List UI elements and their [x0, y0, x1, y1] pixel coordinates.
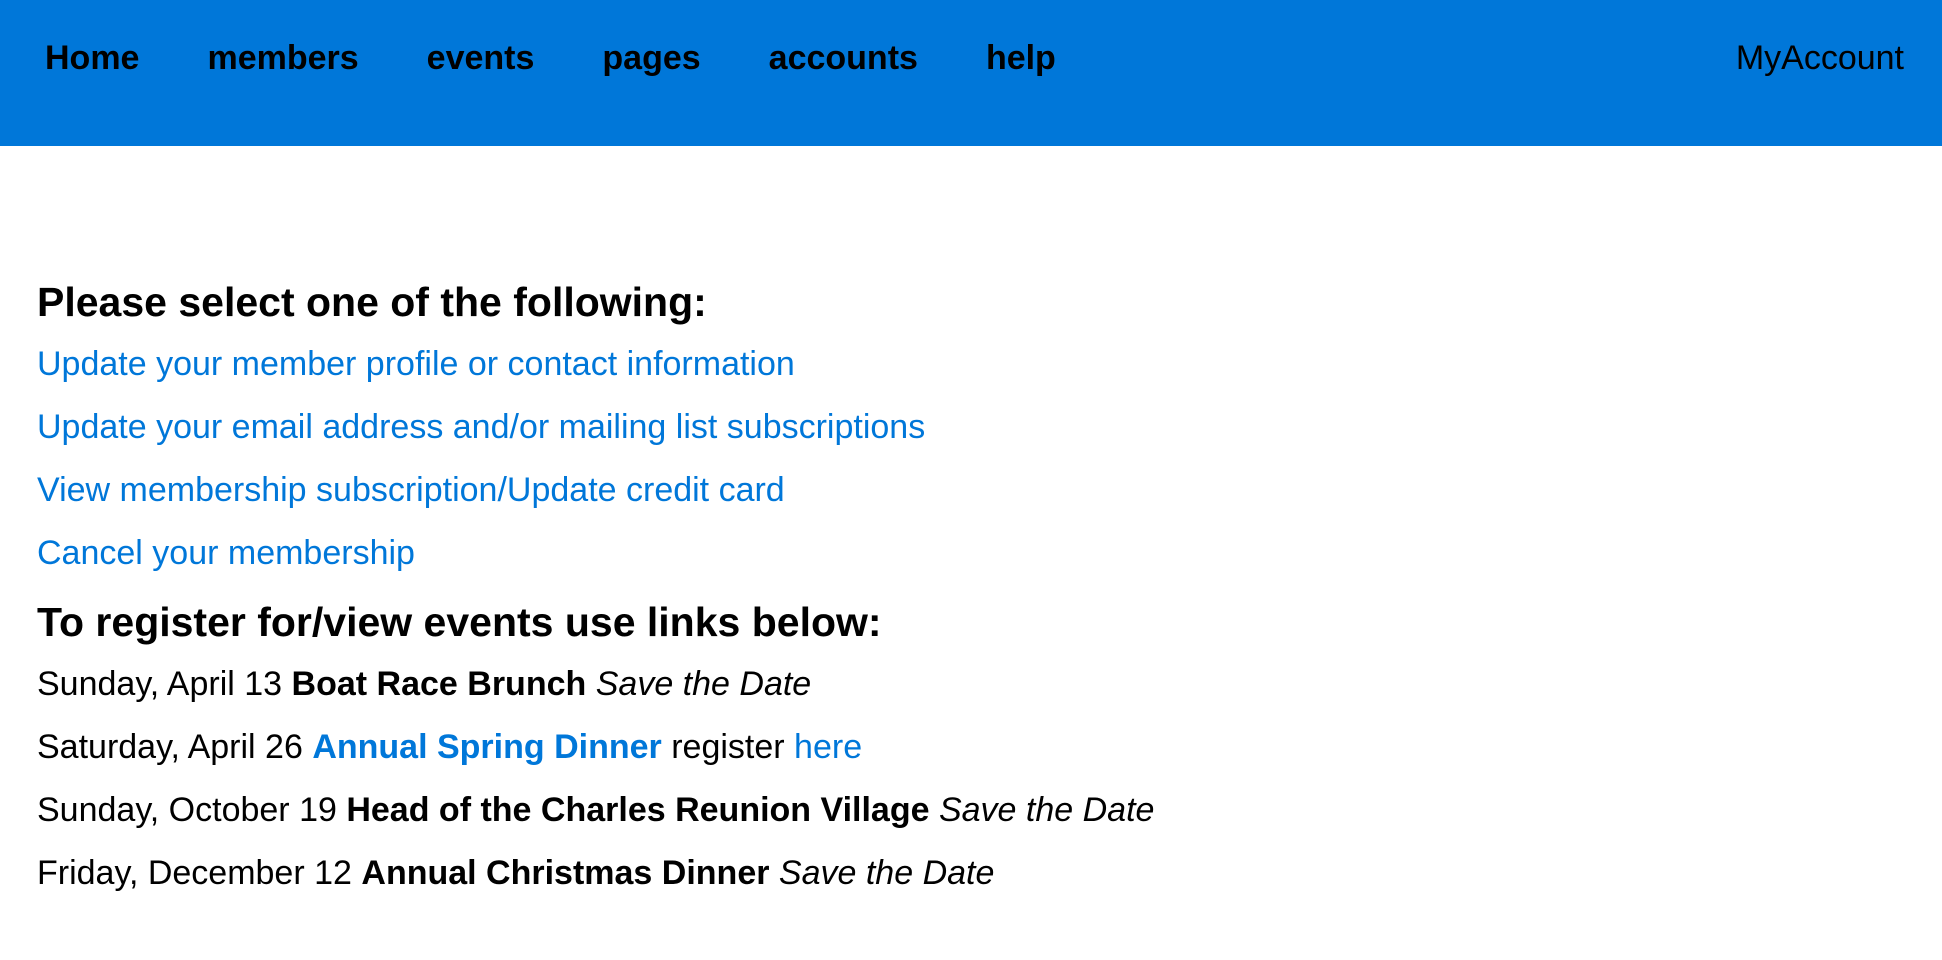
event-note: Save the Date [938, 791, 1155, 829]
nav-accounts-link[interactable]: accounts [769, 38, 918, 78]
event-list: Sunday, April 13 Boat Race Brunch Save t… [37, 664, 1837, 893]
event-name: Annual Christmas Dinner [361, 854, 770, 892]
event-note: Save the Date [778, 854, 995, 892]
update-profile-link[interactable]: Update your member profile or contact in… [37, 344, 795, 384]
nav-help-link[interactable]: help [986, 38, 1056, 78]
nav-events-link[interactable]: events [427, 38, 535, 78]
event-date: Sunday, October 19 [37, 791, 337, 829]
register-here-link[interactable]: here [794, 728, 862, 766]
event-name: Head of the Charles Reunion Village [346, 791, 930, 829]
event-note: Save the Date [595, 665, 812, 703]
nav-home-link[interactable]: Home [45, 38, 139, 78]
view-subscription-link[interactable]: View membership subscription/Update cred… [37, 470, 785, 510]
update-email-link[interactable]: Update your email address and/or mailing… [37, 407, 925, 447]
events-heading: To register for/view events use links be… [37, 599, 882, 645]
event-name: Boat Race Brunch [291, 665, 587, 703]
event-row-annual-christmas-dinner: Friday, December 12 Annual Christmas Din… [37, 853, 1837, 893]
event-row-head-of-the-charles: Sunday, October 19 Head of the Charles R… [37, 790, 1837, 830]
select-heading: Please select one of the following: [37, 279, 707, 325]
register-text: register [671, 728, 785, 766]
top-navigation-bar: Home members events pages accounts help … [0, 0, 1942, 146]
nav-members-link[interactable]: members [207, 38, 358, 78]
account-action-links: Update your member profile or contact in… [37, 344, 1837, 573]
event-row-boat-race-brunch: Sunday, April 13 Boat Race Brunch Save t… [37, 664, 1837, 704]
event-row-annual-spring-dinner: Saturday, April 26 Annual Spring Dinner … [37, 727, 1837, 767]
event-date: Saturday, April 26 [37, 728, 303, 766]
main-content: Please select one of the following: Upda… [37, 276, 1837, 916]
cancel-membership-link[interactable]: Cancel your membership [37, 533, 415, 573]
my-account-link[interactable]: MyAccount [1736, 38, 1904, 78]
event-date: Friday, December 12 [37, 854, 352, 892]
event-date: Sunday, April 13 [37, 665, 283, 703]
main-nav: Home members events pages accounts help [45, 38, 1056, 78]
nav-pages-link[interactable]: pages [602, 38, 700, 78]
event-name-link[interactable]: Annual Spring Dinner [312, 728, 661, 766]
